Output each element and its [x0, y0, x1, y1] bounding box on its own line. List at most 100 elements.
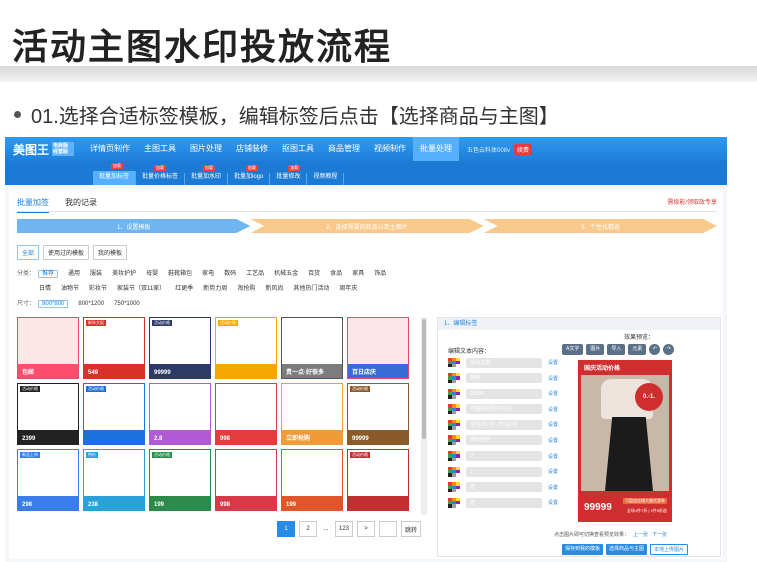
- template-card[interactable]: 立即抢购: [281, 383, 343, 445]
- redo-icon[interactable]: ↷: [663, 344, 675, 355]
- category-item[interactable]: 家电: [202, 271, 214, 277]
- template-card[interactable]: 活动价格 99999: [347, 383, 409, 445]
- template-card[interactable]: 新品上市 298: [17, 449, 79, 511]
- color-palette-icon[interactable]: [448, 435, 460, 446]
- color-palette-icon[interactable]: [448, 357, 460, 368]
- category-item[interactable]: 美妆护护: [112, 271, 136, 277]
- page-jump-button[interactable]: 跳转: [401, 521, 421, 537]
- category-item[interactable]: 其他热门活动: [293, 286, 329, 292]
- nav-item-image-processing[interactable]: 图片处理: [183, 137, 229, 161]
- subnav-batch-label[interactable]: 加载 批量加标签: [93, 163, 137, 185]
- text-field-input[interactable]: 99999: [466, 388, 542, 399]
- field-settings-link[interactable]: 设置: [548, 453, 558, 460]
- prev-image-link[interactable]: 上一张: [633, 532, 648, 538]
- category-item[interactable]: 新风尚: [265, 286, 283, 292]
- field-settings-link[interactable]: 设置: [548, 390, 558, 397]
- template-card[interactable]: 活动价格: [347, 449, 409, 511]
- undo-icon[interactable]: ↶: [649, 344, 661, 355]
- page-2-button[interactable]: 2: [299, 521, 317, 537]
- category-item[interactable]: 鞋靴箱包: [168, 271, 192, 277]
- color-palette-icon[interactable]: [448, 497, 460, 508]
- nav-item-product-management[interactable]: 商品管理: [321, 137, 367, 161]
- template-card[interactable]: 百日店庆: [347, 317, 409, 379]
- template-card[interactable]: 活动价格 99999: [149, 317, 211, 379]
- page-next-button[interactable]: >: [357, 521, 375, 537]
- template-card[interactable]: 特价 238: [83, 449, 145, 511]
- category-item[interactable]: 饰品: [374, 271, 386, 277]
- template-card[interactable]: 998: [215, 383, 277, 445]
- next-image-link[interactable]: 下一张: [652, 532, 667, 538]
- category-item[interactable]: 日情: [39, 286, 51, 292]
- subnav-batch-edit[interactable]: 加载 批量修改: [270, 165, 308, 185]
- text-field-input[interactable]: 送: [466, 497, 542, 508]
- field-settings-link[interactable]: 设置: [548, 359, 558, 366]
- filter-all-button[interactable]: 全部: [17, 245, 40, 260]
- text-field-input[interactable]: 限时抢购: [466, 435, 542, 446]
- renew-button[interactable]: 续费: [514, 143, 533, 155]
- template-card[interactable]: 贵一点·好很多: [281, 317, 343, 379]
- filter-used-button[interactable]: 使用过的模板: [43, 245, 90, 260]
- template-card[interactable]: 活动价格 2399: [17, 383, 79, 445]
- template-card[interactable]: 2.8: [149, 383, 211, 445]
- page-jump-input[interactable]: [379, 521, 397, 537]
- category-item[interactable]: 食品: [330, 271, 342, 277]
- category-item[interactable]: 家具: [352, 271, 364, 277]
- text-field-input[interactable]: 1: [466, 466, 542, 477]
- text-field-input[interactable]: 送: [466, 482, 542, 493]
- category-item[interactable]: 红更季: [175, 286, 193, 292]
- category-item[interactable]: 服装: [90, 271, 102, 277]
- field-settings-link[interactable]: 设置: [548, 484, 558, 491]
- page-last-button[interactable]: 123: [335, 521, 353, 537]
- category-item[interactable]: 周年庆: [339, 286, 357, 292]
- select-product-and-image-button[interactable]: 选择商品与主图: [606, 544, 648, 555]
- category-item[interactable]: 机械五金: [274, 271, 298, 277]
- nav-item-video[interactable]: 视频制作: [367, 137, 413, 161]
- color-palette-icon[interactable]: [448, 373, 460, 383]
- nav-item-detail-page[interactable]: 详情页制作: [83, 137, 137, 161]
- template-card[interactable]: 包邮: [17, 317, 79, 379]
- elements-button[interactable]: 元素: [628, 344, 647, 355]
- local-upload-button[interactable]: 本地上传图片: [650, 544, 689, 555]
- category-item[interactable]: 家装节（双11家）: [117, 286, 165, 292]
- nav-item-cutout-tools[interactable]: 抠图工具: [275, 137, 321, 161]
- size-option[interactable]: 800*800: [38, 300, 69, 308]
- scrollbar-thumb[interactable]: [422, 319, 426, 439]
- category-item[interactable]: 推荐: [38, 270, 59, 278]
- text-field-input[interactable]: 包邮: [466, 373, 542, 384]
- category-item[interactable]: 彩妆节: [89, 286, 107, 292]
- size-option[interactable]: 800*1200: [78, 301, 104, 307]
- text-field-input[interactable]: 0: [466, 451, 542, 462]
- import-button[interactable]: 导入: [607, 344, 626, 355]
- save-to-my-templates-button[interactable]: 保存到我的模板: [562, 544, 604, 555]
- subnav-batch-price-tag[interactable]: 加载 批量价格标签: [136, 165, 186, 185]
- app-logo[interactable]: 美图王 电商版 经营版: [5, 141, 83, 158]
- field-settings-link[interactable]: 设置: [548, 406, 558, 413]
- subnav-video-tutorial[interactable]: 视频教程: [307, 173, 345, 185]
- color-palette-icon[interactable]: [448, 388, 460, 399]
- field-settings-link[interactable]: 设置: [548, 468, 558, 475]
- template-scrollbar[interactable]: [421, 317, 427, 515]
- filter-mine-button[interactable]: 我的模板: [93, 245, 128, 260]
- text-field-input[interactable]: 活动主图: [466, 357, 542, 368]
- template-card[interactable]: 998: [215, 449, 277, 511]
- category-item[interactable]: 通用: [68, 271, 80, 277]
- category-item[interactable]: 油物节: [61, 286, 79, 292]
- text-field-input[interactable]: 可提前抢购2件折后: [466, 404, 542, 415]
- label-preview-image[interactable]: 国庆活动价格 0.-1. 99999 可盘加店铺大额优惠券 全场1件7折 | 2…: [578, 360, 672, 522]
- template-card[interactable]: 新年大促 549: [83, 317, 145, 379]
- template-card[interactable]: 活动价格: [215, 317, 277, 379]
- nav-item-main-image-tools[interactable]: 主图工具: [137, 137, 183, 161]
- field-settings-link[interactable]: 设置: [548, 375, 558, 382]
- category-item[interactable]: 数码: [224, 271, 236, 277]
- field-settings-link[interactable]: 设置: [548, 499, 558, 506]
- category-item[interactable]: 新势力周: [203, 286, 227, 292]
- promo-link[interactable]: 需级能/领取政专享: [667, 197, 717, 206]
- nav-item-batch-processing[interactable]: 批量处理: [413, 137, 459, 161]
- color-palette-icon[interactable]: [448, 451, 460, 461]
- template-card[interactable]: 活动价格 199: [149, 449, 211, 511]
- add-image-button[interactable]: 图片: [586, 344, 605, 355]
- template-card[interactable]: 199: [281, 449, 343, 511]
- template-card[interactable]: 活动价格: [83, 383, 145, 445]
- subnav-batch-logo[interactable]: 加载 批量加logo: [228, 165, 271, 185]
- color-palette-icon[interactable]: [448, 466, 460, 477]
